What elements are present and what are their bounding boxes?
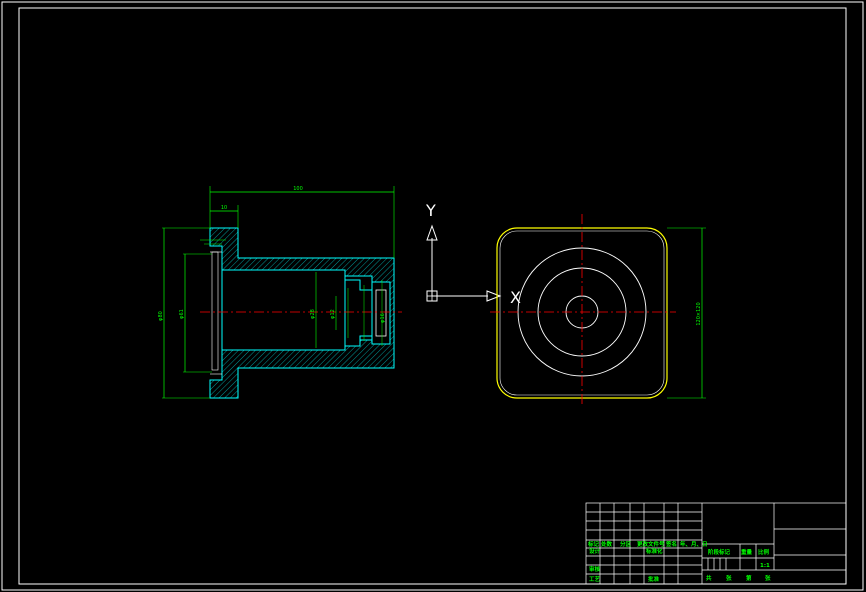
tb-row1-0: 标记 — [587, 540, 600, 548]
ucs-icon: Y X — [425, 201, 521, 307]
cad-drawing-canvas[interactable]: 100 10 φ80 φ61 φ28 φ12 φ16 Y X 120×120 标… — [0, 0, 866, 592]
tb-row3-0: 审核 — [589, 565, 601, 573]
tb-sheet-0: 共 — [706, 574, 712, 582]
tb-sheet-1: 张 — [726, 574, 732, 582]
dim-total-height: φ80 — [158, 311, 164, 321]
dim-flange-width: 10 — [221, 205, 227, 211]
ucs-y-label: Y — [425, 201, 436, 220]
tb-row4-1: 批准 — [648, 575, 660, 583]
inner-steps — [344, 279, 373, 347]
tb-row1-5: 年、月、日 — [680, 540, 708, 548]
tb-scale: 1:1 — [760, 563, 770, 569]
dim-bore: φ28 — [310, 309, 316, 319]
bore-cavity — [221, 269, 346, 351]
dim-square-width: 120×120 — [696, 302, 702, 325]
dim-inner-height: φ61 — [179, 309, 185, 319]
dim-right-features: φ16 — [380, 313, 386, 323]
end-insert — [371, 281, 391, 345]
title-block-text: 标记 处数 分区 更改文件号 签名 年、月、日 设计 标准化 审核 工艺 批准 … — [587, 540, 771, 583]
tb-row2-1: 标准化 — [645, 547, 663, 555]
tb-row2-0: 设计 — [589, 547, 601, 555]
tb-row1-2: 分区 — [620, 540, 632, 548]
dim-overall-length: 100 — [293, 186, 303, 192]
section-view: 100 10 φ80 φ61 φ28 φ12 φ16 — [158, 186, 402, 399]
tb-row4-0: 工艺 — [589, 575, 601, 583]
tb-right-0: 阶段标记 — [708, 548, 731, 556]
tb-row1-3: 更改文件号 — [637, 540, 665, 548]
tb-row1-1: 处数 — [600, 540, 613, 548]
tb-right-1: 重量 — [741, 548, 753, 556]
dim-small-bore: φ12 — [330, 309, 336, 319]
end-view: 120×120 — [490, 214, 706, 406]
tb-row1-4: 签名 — [665, 540, 677, 548]
tb-right-2: 比例 — [758, 548, 770, 556]
tb-sheet-2: 第 — [746, 574, 752, 582]
tb-sheet-3: 张 — [765, 574, 771, 582]
